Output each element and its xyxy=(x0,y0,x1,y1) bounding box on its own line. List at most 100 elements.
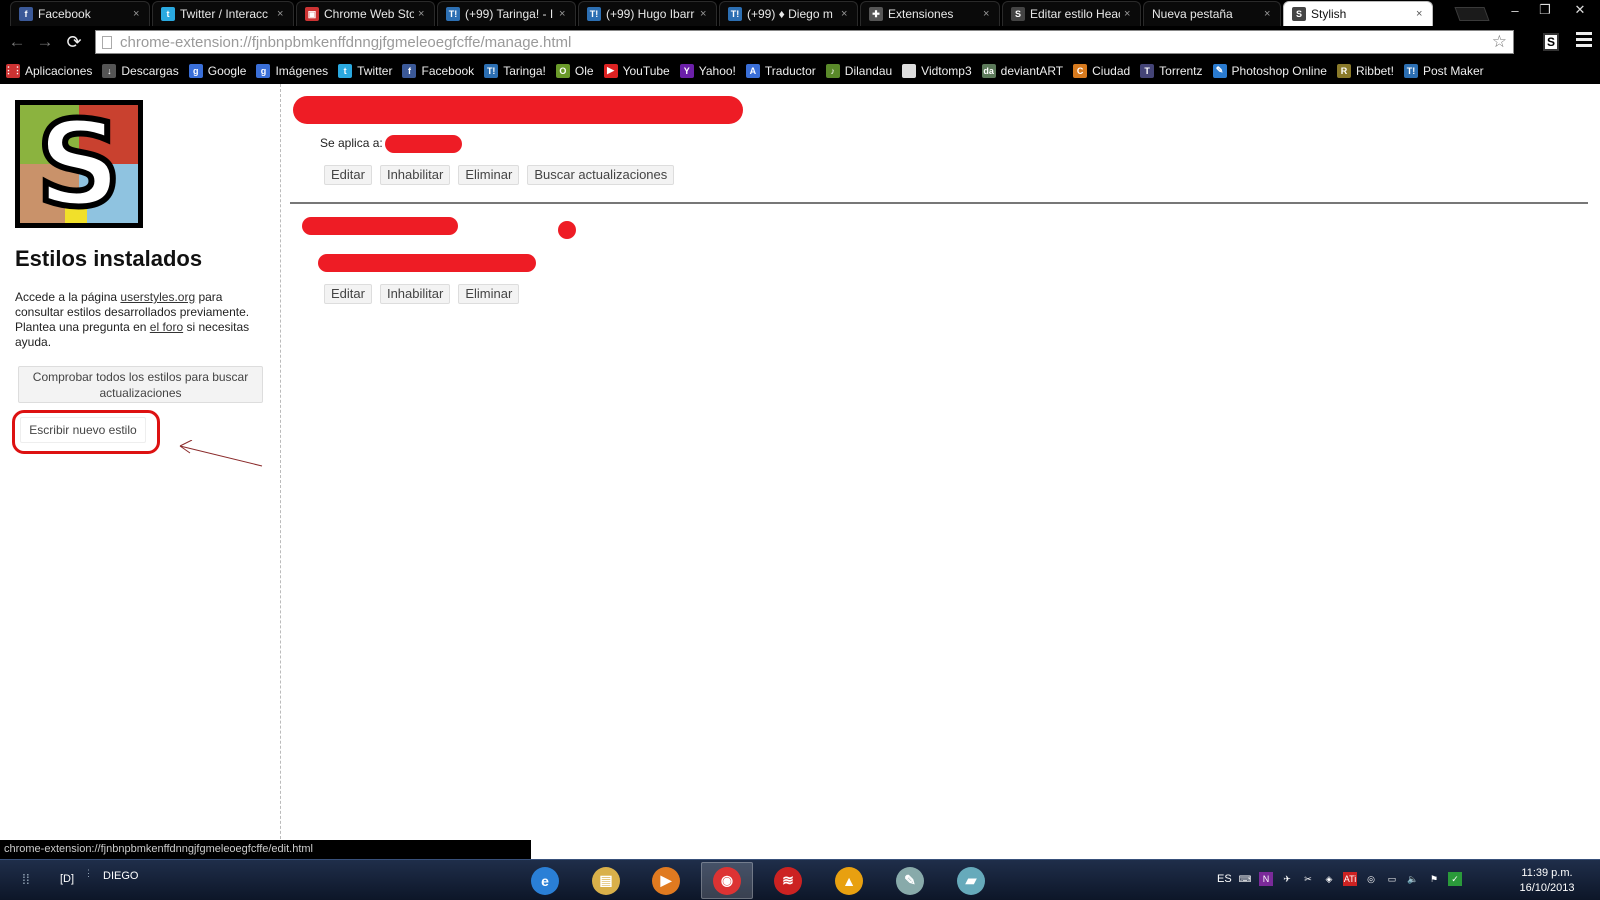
bookmark-label: Torrentz xyxy=(1159,63,1203,78)
bookmark-item[interactable]: f Facebook xyxy=(402,63,475,78)
new-tab-button[interactable] xyxy=(1454,7,1490,21)
tab[interactable]: ▣ Chrome Web Sto × xyxy=(296,1,435,26)
tab-title: Chrome Web Sto xyxy=(324,7,414,21)
tray-app-icon[interactable]: ✈ xyxy=(1280,872,1294,886)
back-button[interactable]: ← xyxy=(6,31,28,53)
annotation-arrow xyxy=(179,440,263,467)
bookmark-item[interactable]: g Imágenes xyxy=(256,63,328,78)
close-tab-icon[interactable]: × xyxy=(983,8,993,20)
bookmark-item[interactable]: t Twitter xyxy=(338,63,392,78)
bookmark-label: Ciudad xyxy=(1092,63,1131,78)
reload-button[interactable]: ⟳ xyxy=(63,31,85,53)
taringa-icon: T! xyxy=(587,7,601,21)
styles-list: Se aplica a: Editar Inhabilitar Eliminar… xyxy=(290,84,1590,859)
taringa-icon: T! xyxy=(1403,63,1418,78)
bookmark-label: Descargas xyxy=(121,63,179,78)
delete-button[interactable]: Eliminar xyxy=(458,165,520,185)
taskbar-app[interactable]: ◉ xyxy=(701,862,753,899)
taskbar-app[interactable]: ▰ xyxy=(945,862,997,899)
close-tab-icon[interactable]: × xyxy=(133,8,143,20)
bookmark-item[interactable]: T Torrentz xyxy=(1140,63,1203,78)
tab[interactable]: t Twitter / Interacc × xyxy=(152,1,294,26)
tray-app-icon[interactable]: ◈ xyxy=(1322,872,1336,886)
redacted-applies-target xyxy=(385,135,462,153)
bookmark-item[interactable]: R Ribbet! xyxy=(1336,63,1394,78)
network-icon[interactable]: ▭ xyxy=(1385,872,1399,886)
close-tab-icon[interactable]: × xyxy=(1416,8,1426,20)
volume-icon[interactable]: 🔈 xyxy=(1406,872,1420,886)
twitter-icon: t xyxy=(338,63,353,78)
taringa-icon: T! xyxy=(446,7,460,21)
tab[interactable]: S Stylish × xyxy=(1283,1,1433,26)
close-tab-icon[interactable]: × xyxy=(277,8,287,20)
tab[interactable]: f Facebook × xyxy=(10,1,150,26)
disable-button[interactable]: Inhabilitar xyxy=(379,165,451,185)
bookmark-item[interactable]: ✎ Photoshop Online xyxy=(1212,63,1327,78)
taskbar-app[interactable]: ▶ xyxy=(640,862,692,899)
close-tab-icon[interactable]: × xyxy=(559,8,569,20)
ati-icon[interactable]: ATi xyxy=(1343,872,1357,886)
bookmark-star-icon[interactable]: ☆ xyxy=(1492,32,1507,52)
bookmark-item[interactable]: T! Post Maker xyxy=(1403,63,1484,78)
tray-app-icon[interactable]: ✂ xyxy=(1301,872,1315,886)
user-label[interactable]: DIEGO xyxy=(103,870,138,882)
taskbar-app[interactable]: ▤ xyxy=(580,862,632,899)
userstyles-link[interactable]: userstyles.org xyxy=(120,290,195,304)
url-text[interactable]: chrome-extension://fjnbnpbmkenffdnngjfgm… xyxy=(120,34,571,51)
tray-app-icon[interactable]: ◎ xyxy=(1364,872,1378,886)
forum-link[interactable]: el foro xyxy=(150,320,183,334)
onenote-icon[interactable]: N xyxy=(1259,872,1273,886)
clock[interactable]: 11:39 p.m. 16/10/2013 xyxy=(1512,866,1582,896)
bookmark-item[interactable]: ♪ Dilandau xyxy=(825,63,892,78)
taskbar-app[interactable]: ≋ xyxy=(762,862,814,899)
bookmark-item[interactable]: g Google xyxy=(188,63,246,78)
style-divider xyxy=(290,202,1588,204)
tab[interactable]: T! (+99) ♦ Diego m × xyxy=(719,1,858,26)
vlc-icon: ▲ xyxy=(835,866,863,895)
close-tab-icon[interactable]: × xyxy=(1124,8,1134,20)
delete-button[interactable]: Eliminar xyxy=(458,284,520,304)
close-tab-icon[interactable]: × xyxy=(700,8,710,20)
minimize-icon[interactable]: – xyxy=(1501,0,1529,20)
tab[interactable]: ✚ Extensiones × xyxy=(860,1,1000,26)
taskbar-app[interactable]: e xyxy=(519,862,571,899)
bookmark-item[interactable]: ↓ Descargas xyxy=(102,63,179,78)
tab[interactable]: Nueva pestaña × xyxy=(1143,1,1281,26)
edit-button[interactable]: Editar xyxy=(324,284,372,304)
start-grid-icon[interactable]: ⁞⁞ xyxy=(22,871,36,887)
bookmark-label: Facebook xyxy=(421,63,475,78)
update-icon[interactable]: ✓ xyxy=(1448,872,1462,886)
close-tab-icon[interactable]: × xyxy=(841,8,851,20)
bookmark-item[interactable]: ▶ YouTube xyxy=(603,63,670,78)
bookmark-item[interactable]: ⋮⋮ Aplicaciones xyxy=(4,63,92,78)
address-bar[interactable]: chrome-extension://fjnbnpbmkenffdnngjfgm… xyxy=(95,30,1514,54)
close-tab-icon[interactable]: × xyxy=(418,8,428,20)
tab[interactable]: T! (+99) Hugo Ibarr × xyxy=(578,1,717,26)
tab[interactable]: S Editar estilo Heac × xyxy=(1002,1,1141,26)
bookmark-item[interactable]: O Ole xyxy=(555,63,594,78)
edit-button[interactable]: Editar xyxy=(324,165,372,185)
maximize-icon[interactable]: ❐ xyxy=(1531,0,1559,20)
check-all-updates-button[interactable]: Comprobar todos los estilos para buscar … xyxy=(18,366,263,403)
disable-button[interactable]: Inhabilitar xyxy=(379,284,451,304)
taskbar-app[interactable]: ▲ xyxy=(823,862,875,899)
language-indicator[interactable]: ES xyxy=(1217,873,1232,885)
bookmark-item[interactable]: T! Taringa! xyxy=(484,63,546,78)
close-window-icon[interactable]: ✕ xyxy=(1566,0,1594,20)
redacted-style-name xyxy=(302,217,458,235)
bookmark-item[interactable]: Y Yahoo! xyxy=(679,63,736,78)
bookmark-item[interactable]: C Ciudad xyxy=(1073,63,1131,78)
bookmark-item[interactable]: da deviantART xyxy=(981,63,1063,78)
bookmark-item[interactable]: Vidtomp3 xyxy=(902,63,972,78)
forward-button[interactable]: → xyxy=(34,31,56,53)
bookmark-item[interactable]: A Traductor xyxy=(745,63,816,78)
tab[interactable]: T! (+99) Taringa! - I × xyxy=(437,1,576,26)
keyboard-icon[interactable]: ⌨ xyxy=(1238,872,1252,886)
chrome-menu-icon[interactable] xyxy=(1576,32,1592,50)
stylish-extension-icon[interactable]: S xyxy=(1543,33,1559,51)
flag-icon[interactable]: ⚑ xyxy=(1427,872,1441,886)
check-update-button[interactable]: Buscar actualizaciones xyxy=(527,165,675,185)
close-tab-icon[interactable]: × xyxy=(1264,8,1274,20)
taskbar-app[interactable]: ✎ xyxy=(884,862,936,899)
style-2-actions: Editar Inhabilitar Eliminar xyxy=(324,284,520,304)
